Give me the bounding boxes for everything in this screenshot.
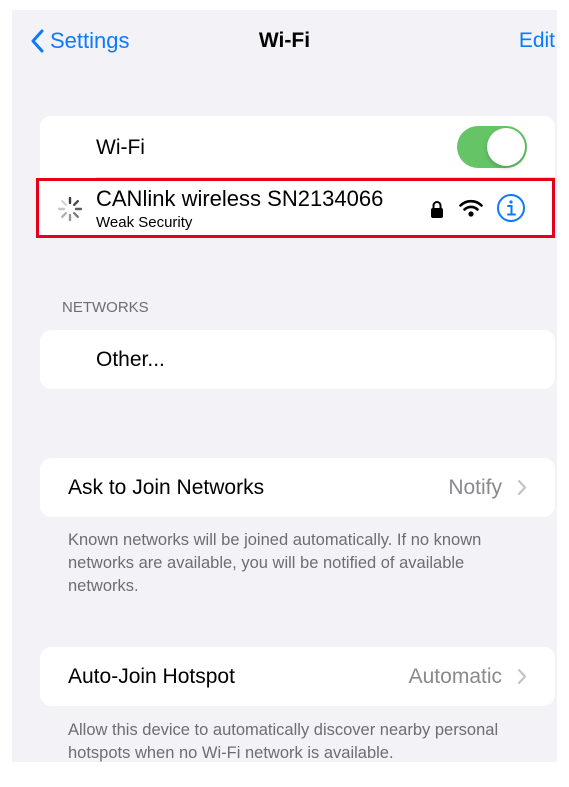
navigation-bar: Settings Wi-Fi Edit <box>12 10 557 74</box>
page-title: Wi-Fi <box>258 29 311 52</box>
other-network-item[interactable]: Other... <box>96 348 165 372</box>
edit-button[interactable]: Edit <box>519 29 555 53</box>
spinner-icon <box>57 196 83 222</box>
auto-join-hotspot-card[interactable]: Auto-Join Hotspot Automatic <box>40 647 555 706</box>
ask-to-join-value: Notify <box>448 476 502 499</box>
ask-to-join-footnote: Known networks will be joined automatica… <box>68 531 482 595</box>
chevron-right-icon <box>517 668 527 685</box>
chevron-right-icon <box>517 479 527 496</box>
settings-screen: Settings Wi-Fi Edit Wi-Fi CANlink wirele… <box>12 10 557 762</box>
wifi-toggle[interactable] <box>457 126 527 168</box>
ask-to-join-label: Ask to Join Networks <box>68 476 265 499</box>
ask-to-join-card[interactable]: Ask to Join Networks Notify <box>40 458 555 517</box>
networks-card: Other... <box>40 330 555 389</box>
wifi-toggle-label: Wi-Fi <box>96 136 145 159</box>
divider <box>96 177 555 178</box>
network-security-label: Weak Security <box>96 214 193 231</box>
wifi-signal-icon <box>459 199 483 217</box>
lock-icon <box>431 201 443 218</box>
networks-section-header: NETWORKS <box>62 299 149 316</box>
auto-join-hotspot-value: Automatic <box>408 665 502 688</box>
network-name[interactable]: CANlink wireless SN2134066 <box>96 186 383 212</box>
auto-join-hotspot-footnote: Allow this device to automatically disco… <box>68 721 499 762</box>
info-icon[interactable] <box>496 193 526 223</box>
auto-join-hotspot-label: Auto-Join Hotspot <box>68 665 235 688</box>
toggle-knob <box>487 128 525 166</box>
